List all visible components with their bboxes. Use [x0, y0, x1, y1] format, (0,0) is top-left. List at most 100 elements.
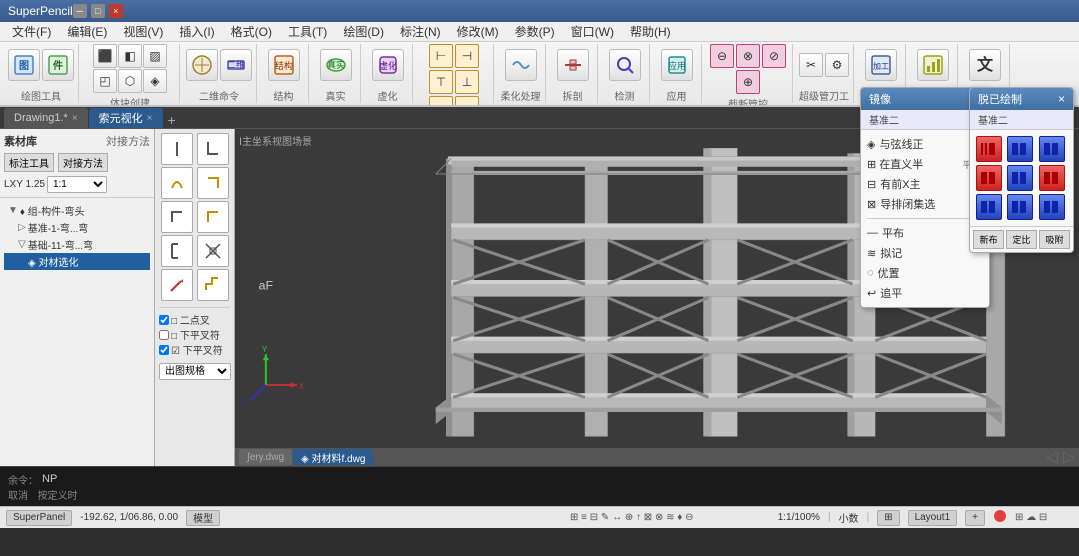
menu-insert[interactable]: 插入(I) [171, 21, 222, 42]
ribbon-block1[interactable]: ⬛ [93, 44, 117, 68]
ribbon-mach1[interactable]: 加工 [865, 49, 897, 81]
swatch-blue1[interactable] [1007, 136, 1033, 162]
checkbox-option2[interactable]: □ 下平叉符 [159, 327, 230, 342]
mirror-option-8[interactable]: ↩ 追平 [867, 283, 983, 303]
tab-drawing1-close[interactable]: × [72, 113, 78, 124]
ribbon-text1[interactable]: 文 [969, 49, 1001, 81]
tool-cross1[interactable] [197, 235, 229, 267]
mirror-option-4[interactable]: ⊠ 导排闭集选 [867, 194, 983, 214]
ribbon-pipe3[interactable]: ⊘ [762, 44, 786, 68]
tool-pencil[interactable] [161, 269, 193, 301]
model-mode-button[interactable]: 模型 [186, 510, 220, 526]
ribbon-split1[interactable] [557, 49, 589, 81]
tool-vline[interactable] [161, 133, 193, 165]
viewport-scroll[interactable]: ◁ ▷ [1046, 447, 1075, 466]
menu-tools[interactable]: 工具(T) [280, 21, 335, 42]
menu-draw[interactable]: 绘图(D) [335, 21, 392, 42]
ribbon-template-icon[interactable]: 件 [42, 49, 74, 81]
swatch-blue5[interactable] [1007, 194, 1033, 220]
swatch-red3[interactable] [1039, 165, 1065, 191]
tool-corner2[interactable] [197, 201, 229, 233]
mirror-option-6[interactable]: ≋ 拟记 [867, 243, 983, 263]
mirror-option-3[interactable]: ⊟ 有前X主 [867, 174, 983, 194]
ribbon-2d2[interactable]: 二维 [220, 49, 252, 81]
tool-s2[interactable] [197, 167, 229, 199]
ribbon-sp1[interactable]: ✂ [799, 53, 823, 77]
tab-drawing1[interactable]: Drawing1.* × [4, 108, 88, 128]
ribbon-dim5[interactable]: ↔ [429, 96, 453, 107]
material-popup-close[interactable]: × [1058, 92, 1065, 106]
tree-item-3[interactable]: ▽ 基础-11-弯...弯 [4, 236, 150, 253]
ribbon-real1[interactable]: 真实 [320, 49, 352, 81]
ribbon-2d1[interactable] [186, 49, 218, 81]
ribbon-apply1[interactable]: 应用 [661, 49, 693, 81]
menu-param[interactable]: 参数(P) [507, 21, 563, 42]
ribbon-block2[interactable]: ◧ [118, 44, 142, 68]
menu-view[interactable]: 视图(V) [115, 21, 171, 42]
tab-add-button[interactable]: + [164, 112, 180, 128]
mirror-option-2[interactable]: ⊞在直义半 平 半 [867, 154, 983, 174]
checkbox-option1[interactable]: □ 二点叉 [159, 312, 230, 327]
swatch-red2[interactable] [976, 165, 1002, 191]
menu-edit[interactable]: 编辑(E) [59, 21, 115, 42]
xifu-button[interactable]: 吸附 [1039, 230, 1070, 249]
ribbon-block3[interactable]: ▨ [143, 44, 167, 68]
ribbon-draw-icon[interactable]: 图 [8, 49, 40, 81]
close-button[interactable]: × [109, 4, 123, 18]
mirror-option-5[interactable]: — 平布 [867, 223, 983, 243]
mirror-option-1[interactable]: ◈ 与弦线正 [867, 134, 983, 154]
ribbon-soft1[interactable] [505, 49, 537, 81]
menu-window[interactable]: 窗口(W) [563, 21, 622, 42]
mirror-option-7[interactable]: ◌ 优置 [867, 263, 983, 283]
ribbon-block5[interactable]: ⬡ [118, 69, 142, 93]
size-select[interactable]: 1:1 1.25 1:2 [47, 176, 107, 193]
checkbox-option3[interactable]: ☑ 下平叉符 [159, 342, 230, 357]
tool-l1[interactable] [197, 133, 229, 165]
newbu-button[interactable]: 新布 [973, 230, 1004, 249]
swatch-red1[interactable] [976, 136, 1002, 162]
maximize-button[interactable]: □ [91, 4, 105, 18]
dingbi-button[interactable]: 定比 [1006, 230, 1037, 249]
swatch-blue4[interactable] [976, 194, 1002, 220]
ribbon-dim4[interactable]: ⊥ [455, 70, 479, 94]
swatch-blue3[interactable] [1007, 165, 1033, 191]
layout-add-button[interactable]: + [965, 510, 985, 526]
ribbon-block4[interactable]: ◰ [93, 69, 117, 93]
ribbon-pipe1[interactable]: ⊖ [710, 44, 734, 68]
tool-corner1[interactable] [161, 201, 193, 233]
tree-item-4[interactable]: ◈ 对材选化 [4, 253, 150, 270]
tool-bracket1[interactable] [161, 235, 193, 267]
tab-soyuan-close[interactable]: × [147, 113, 153, 124]
ribbon-pipe2[interactable]: ⊗ [736, 44, 760, 68]
model-button[interactable]: SuperPanel [6, 510, 72, 526]
tool-s1[interactable] [161, 167, 193, 199]
checkbox-input2[interactable] [159, 330, 169, 340]
ribbon-blur1[interactable]: 虚化 [372, 49, 404, 81]
viewport-tab-2[interactable]: ◈ 对材料f.dwg [293, 449, 373, 465]
ribbon-stats1[interactable] [917, 49, 949, 81]
menu-format[interactable]: 格式(O) [223, 21, 280, 42]
panel-mode-btn1[interactable]: 标注工具 [4, 153, 54, 172]
tab-soyuan[interactable]: 索元视化 × [89, 108, 163, 128]
tool-step[interactable] [197, 269, 229, 301]
output-spec-select[interactable]: 出图规格 A3 A4 [159, 363, 231, 380]
ribbon-dim6[interactable]: ↕ [455, 96, 479, 107]
ribbon-detect1[interactable] [609, 49, 641, 81]
swatch-blue2[interactable] [1039, 136, 1065, 162]
checkbox-input3[interactable] [159, 345, 169, 355]
ribbon-pipe4[interactable]: ⊕ [736, 70, 760, 94]
ribbon-block6[interactable]: ◈ [143, 69, 167, 93]
checkbox-input1[interactable] [159, 315, 169, 325]
ribbon-dim1[interactable]: ⊢ [429, 44, 453, 68]
tree-item-2[interactable]: ▷ 基准-1-弯...弯 [4, 219, 150, 236]
swatch-blue6[interactable] [1039, 194, 1065, 220]
ribbon-dim2[interactable]: ⊣ [455, 44, 479, 68]
menu-dim[interactable]: 标注(N) [392, 21, 449, 42]
minimize-button[interactable]: ─ [73, 4, 87, 18]
layout1-button[interactable]: Layout1 [908, 510, 958, 526]
ribbon-sp2[interactable]: ⚙ [825, 53, 849, 77]
menu-modify[interactable]: 修改(M) [449, 21, 507, 42]
model-tab-button[interactable]: ⊞ [877, 510, 899, 526]
viewport-tab-1[interactable]: ∫ery.dwg [239, 449, 292, 465]
ribbon-dim3[interactable]: ⊤ [429, 70, 453, 94]
